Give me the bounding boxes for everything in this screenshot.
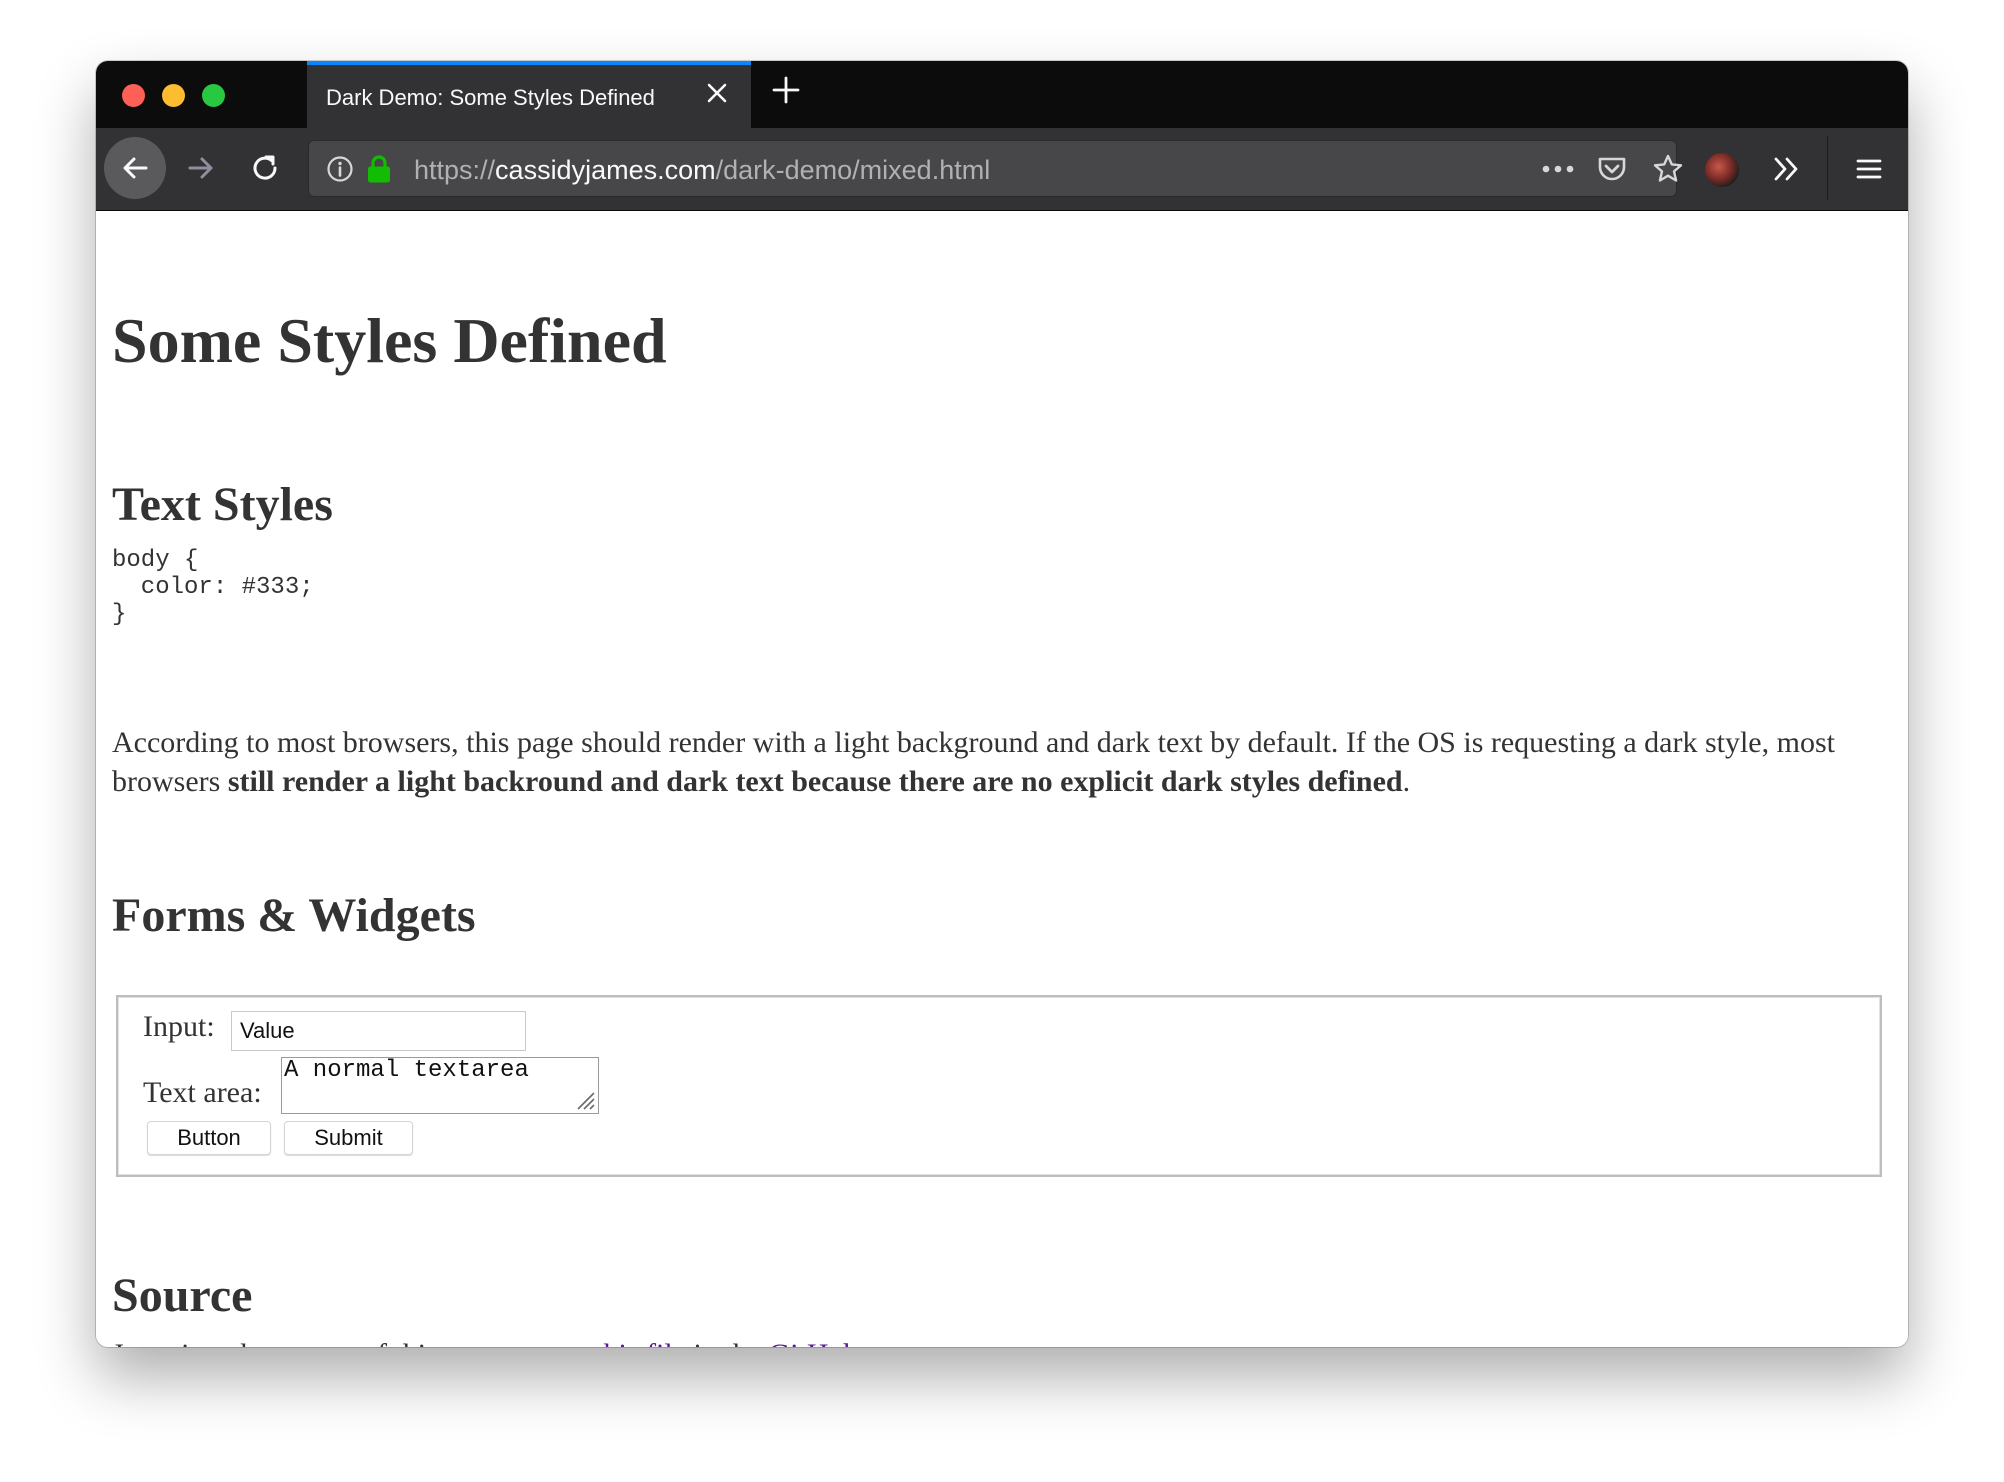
forward-arrow-icon[interactable] <box>178 145 224 191</box>
tab-active[interactable]: Dark Demo: Some Styles Defined <box>307 61 751 128</box>
lock-icon[interactable] <box>365 153 393 185</box>
source-paragraph: Just view the source of this page, or se… <box>112 1335 927 1347</box>
url-text[interactable]: https://cassidyjames.com/dark-demo/mixed… <box>414 155 990 186</box>
forms-heading: Forms & Widgets <box>112 889 476 942</box>
window-maximize-button[interactable] <box>202 84 225 107</box>
source-heading: Source <box>112 1269 253 1322</box>
text-input[interactable]: Value <box>231 1011 526 1051</box>
source-text-before: Just view the source of this page, or se… <box>112 1338 595 1347</box>
paragraph-bold-text: still render a light backround and dark … <box>227 765 1403 798</box>
paragraph-end: . <box>1402 765 1411 798</box>
bookmark-star-icon[interactable] <box>1651 153 1685 185</box>
plus-icon[interactable] <box>764 71 808 115</box>
url-path: /dark-demo/mixed.html <box>715 155 991 185</box>
close-icon[interactable] <box>699 77 735 113</box>
browser-window: Dark Demo: Some Styles Defined https://c… <box>96 61 1908 1347</box>
this-file-link[interactable]: this file <box>595 1338 686 1347</box>
github-repo-link[interactable]: GitHub repo <box>769 1338 920 1347</box>
reload-icon[interactable] <box>242 145 288 191</box>
url-host: cassidyjames.com <box>495 155 716 185</box>
page-title: Some Styles Defined <box>112 305 667 376</box>
window-close-button[interactable] <box>122 84 145 107</box>
textarea-label: Text area: <box>143 1076 262 1109</box>
form-fieldset: Input: Value Text area: A normal textare… <box>116 995 1882 1177</box>
info-icon[interactable] <box>325 154 355 184</box>
url-scheme: https:// <box>414 155 496 185</box>
text-styles-heading: Text Styles <box>112 478 333 531</box>
url-bar[interactable]: https://cassidyjames.com/dark-demo/mixed… <box>308 140 1683 197</box>
tab-title: Dark Demo: Some Styles Defined <box>326 85 655 110</box>
resize-grip-icon[interactable] <box>572 1087 596 1111</box>
description-paragraph: According to most browsers, this page sh… <box>112 723 1892 801</box>
navigation-toolbar: https://cassidyjames.com/dark-demo/mixed… <box>96 128 1908 211</box>
generic-button[interactable]: Button <box>147 1121 271 1155</box>
more-dots-icon[interactable] <box>1539 153 1577 185</box>
submit-button[interactable]: Submit <box>284 1121 413 1155</box>
input-label: Input: <box>143 1010 215 1043</box>
source-text-middle: in the <box>686 1338 769 1347</box>
textarea-value: A normal textarea <box>284 1057 529 1084</box>
account-avatar[interactable] <box>1705 153 1739 187</box>
back-arrow-icon[interactable] <box>104 137 166 199</box>
source-text-end: . <box>919 1338 927 1347</box>
pocket-icon[interactable] <box>1595 153 1629 185</box>
tab-strip: Dark Demo: Some Styles Defined <box>96 61 1908 128</box>
textarea[interactable]: A normal textarea <box>281 1057 599 1114</box>
hamburger-menu-icon[interactable] <box>1846 146 1892 192</box>
page-content: Some Styles Defined Text Styles body { c… <box>96 211 1908 1347</box>
window-minimize-button[interactable] <box>162 84 185 107</box>
overflow-chevron-icon[interactable] <box>1764 146 1810 192</box>
toolbar-divider <box>1827 136 1828 200</box>
code-block: body { color: #333; } <box>112 547 314 628</box>
